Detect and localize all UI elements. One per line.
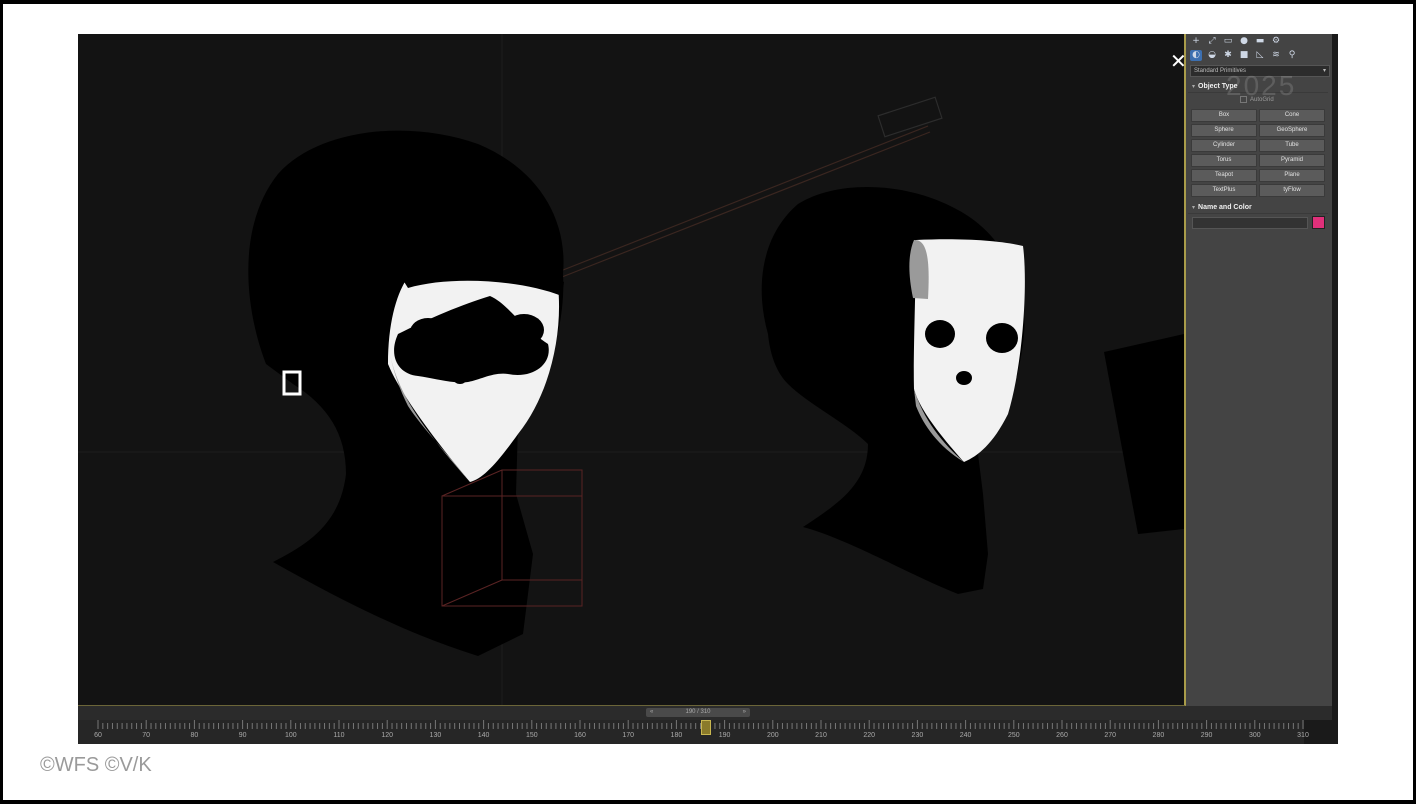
frame-display: 190 / 310	[685, 709, 711, 715]
timeline-tick-label: 90	[238, 732, 247, 739]
timeline-tick-label: 280	[1152, 732, 1165, 739]
modify-tab-icon[interactable]: ⤢	[1206, 36, 1218, 47]
left-eye-right	[504, 314, 544, 346]
teapot-button[interactable]: Teapot	[1191, 169, 1257, 182]
frame-slider[interactable]: « 190 / 310 »	[646, 708, 750, 717]
timeline-tick-label: 240	[959, 732, 972, 739]
timeline-tick-label: 150	[525, 732, 538, 739]
create-category-icons: ◐ ◒ ✱ ■ ◺ ≋ ⚲	[1190, 50, 1298, 61]
watermark: 2025	[1226, 70, 1297, 101]
timeline-tick-label: 140	[477, 732, 490, 739]
rollout-collapse-icon: ▾	[1192, 205, 1196, 211]
timeline-tick-label: 250	[1007, 732, 1020, 739]
pyramid-button[interactable]: Pyramid	[1259, 154, 1325, 167]
motion-tab-icon[interactable]: ●	[1238, 36, 1250, 47]
geosphere-button[interactable]: GeoSphere	[1259, 124, 1325, 137]
command-panel-tabs: + ⤢ ▭ ● ▬ ⚙	[1190, 36, 1282, 47]
copyright-notice: ©WFS ©V/K	[40, 754, 152, 776]
create-tab-icon[interactable]: +	[1190, 36, 1202, 47]
time-cursor[interactable]	[701, 720, 712, 735]
timeline-tick-label: 60	[94, 732, 102, 739]
name-and-color-title: Name and Color	[1198, 204, 1252, 211]
rollout-collapse-icon: ▾	[1192, 84, 1196, 90]
timeline-tick-label: 270	[1104, 732, 1117, 739]
display-tab-icon[interactable]: ▬	[1254, 36, 1266, 47]
close-icon[interactable]: ✕	[1170, 51, 1187, 71]
object-name-field[interactable]	[1192, 217, 1308, 229]
timeline-tick-label: 220	[863, 732, 876, 739]
timeline-tick-label: 180	[670, 732, 683, 739]
tyflow-button[interactable]: tyFlow	[1259, 184, 1325, 197]
timeline-tick-label: 80	[190, 732, 199, 739]
cone-button[interactable]: Cone	[1259, 109, 1325, 122]
next-frame-icon[interactable]: »	[743, 708, 746, 717]
timeline-tick-label: 130	[429, 732, 442, 739]
cameras-icon[interactable]: ■	[1238, 50, 1250, 61]
timeline-tick-label: 290	[1200, 732, 1213, 739]
right-eye-right	[986, 323, 1018, 353]
torus-button[interactable]: Torus	[1191, 154, 1257, 167]
timeline-tick-label: 230	[911, 732, 924, 739]
box-button[interactable]: Box	[1191, 109, 1257, 122]
systems-icon[interactable]: ⚲	[1286, 50, 1298, 61]
timeline-tick-label: 200	[766, 732, 779, 739]
timeline-tick-label: 310	[1297, 732, 1309, 739]
object-color-swatch[interactable]	[1312, 216, 1325, 229]
utilities-tab-icon[interactable]: ⚙	[1270, 36, 1282, 47]
right-head[interactable]	[761, 186, 1025, 595]
timeline-tick-label: 110	[333, 732, 345, 739]
right-eye-left	[925, 320, 955, 348]
name-and-color-rollout-header[interactable]: ▾ Name and Color	[1188, 202, 1328, 214]
prev-frame-icon[interactable]: «	[650, 708, 653, 717]
viewport-scene	[78, 34, 1184, 705]
shapes-icon[interactable]: ◒	[1206, 50, 1218, 61]
lights-icon[interactable]: ✱	[1222, 50, 1234, 61]
timeline-tick-label: 210	[815, 732, 827, 739]
timeline-ticks	[97, 720, 1304, 729]
left-nostril	[453, 372, 467, 384]
timeline-tick-label: 70	[142, 732, 151, 739]
space-warps-icon[interactable]: ≋	[1270, 50, 1282, 61]
textplus-button[interactable]: TextPlus	[1191, 184, 1257, 197]
left-eye-left	[410, 318, 446, 346]
chevron-down-icon: ▾	[1322, 68, 1326, 74]
viewport[interactable]	[78, 34, 1186, 706]
time-slider-bar: « 190 / 310 »	[78, 706, 1332, 720]
right-nostril	[956, 371, 972, 385]
hierarchy-tab-icon[interactable]: ▭	[1222, 36, 1234, 47]
timeline-tick-label: 120	[381, 732, 394, 739]
timeline-tick-label: 190	[718, 732, 731, 739]
left-head[interactable]	[248, 130, 583, 656]
timeline-track[interactable]: 60 70 80 90 100 110 120 130 140 150 160 170 180 190 20…	[78, 720, 1309, 744]
cylinder-button[interactable]: Cylinder	[1191, 139, 1257, 152]
helpers-icon[interactable]: ◺	[1254, 50, 1266, 61]
plane-button[interactable]: Plane	[1259, 169, 1325, 182]
timeline-tick-label: 100	[284, 732, 297, 739]
timeline-tick-label: 170	[622, 732, 635, 739]
timeline-tick-label: 300	[1248, 732, 1261, 739]
background-plane	[1104, 334, 1184, 534]
geometry-icon[interactable]: ◐	[1190, 50, 1202, 61]
timeline-tick-label: 260	[1056, 732, 1068, 739]
tube-button[interactable]: Tube	[1259, 139, 1325, 152]
app-window: ✕ + ⤢ ▭ ● ▬ ⚙ ◐ ◒ ✱ ■ ◺ ≋ ⚲ Standard Pri…	[78, 34, 1338, 744]
command-panel: ✕ + ⤢ ▭ ● ▬ ⚙ ◐ ◒ ✱ ■ ◺ ≋ ⚲ Standard Pri…	[1170, 34, 1332, 720]
timeline-tick-label: 160	[574, 732, 586, 739]
sphere-button[interactable]: Sphere	[1191, 124, 1257, 137]
